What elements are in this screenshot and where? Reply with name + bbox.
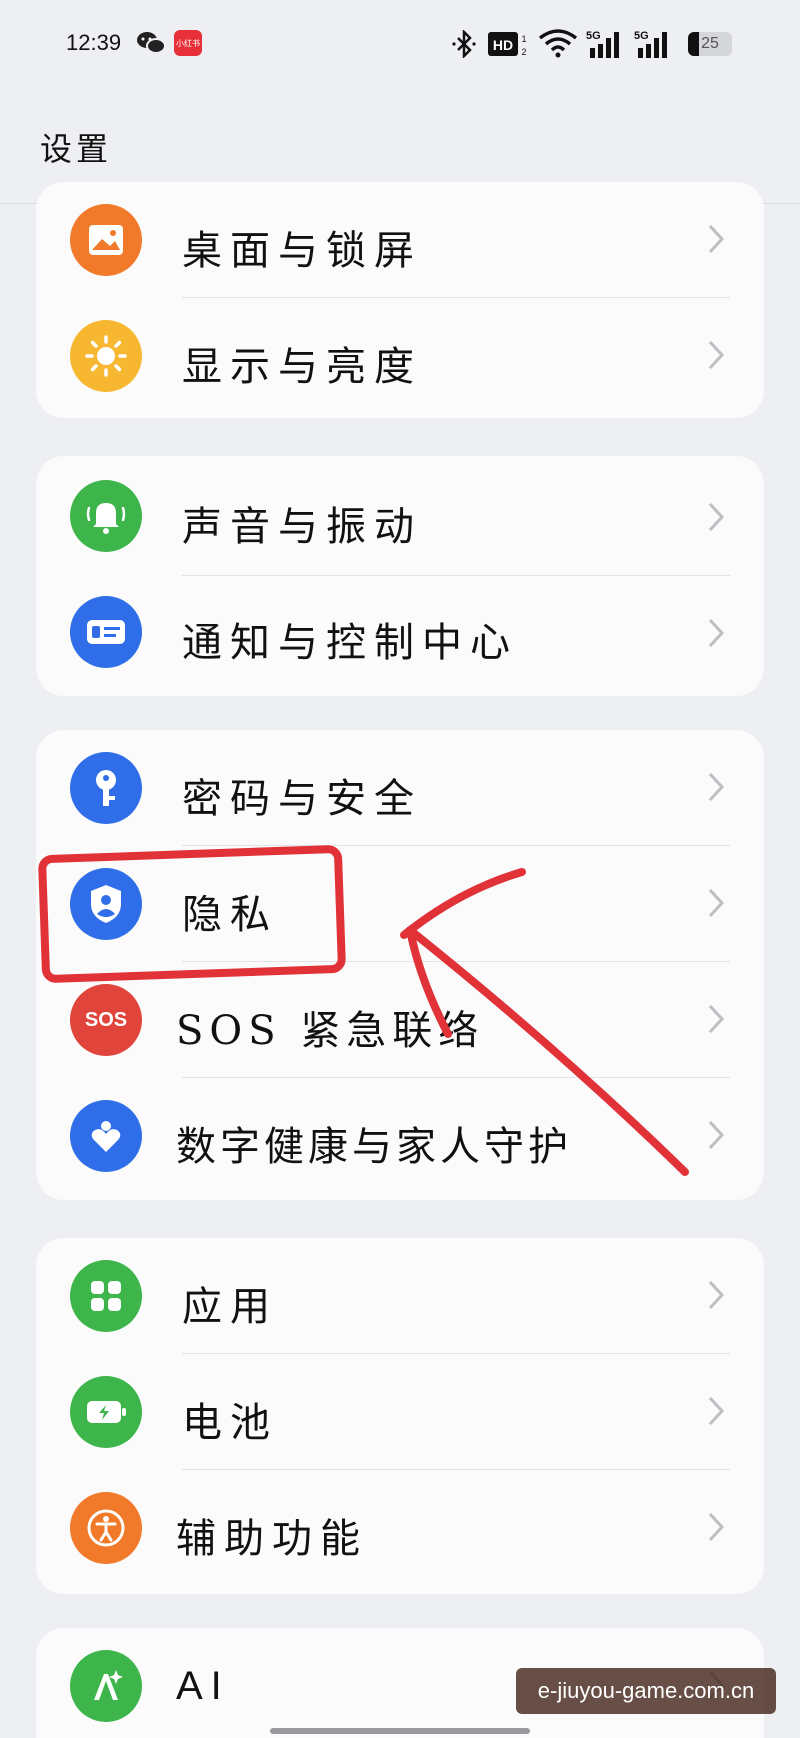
privacy-shield-icon <box>70 868 142 940</box>
settings-item-label: 密码与安全 <box>182 776 422 822</box>
status-bar: 12:39 小红书 HD 1 2 5G 5G 25 <box>0 0 800 90</box>
chevron-right-icon <box>708 1004 725 1034</box>
chevron-right-icon <box>708 1396 725 1426</box>
settings-item-notification-control-center[interactable]: 通知与控制中心 <box>36 576 764 696</box>
chevron-right-icon <box>708 1512 725 1542</box>
wechat-icon <box>137 32 166 54</box>
settings-item-label: AI <box>176 1664 230 1708</box>
settings-item-accessibility[interactable]: 辅助功能 <box>36 1470 764 1586</box>
battery-fill <box>688 32 699 56</box>
settings-item-label: 数字健康与家人守护 <box>176 1124 572 1170</box>
settings-item-label: SOS 紧急联络 <box>176 1008 485 1054</box>
ai-sparkle-icon <box>70 1650 142 1722</box>
chevron-right-icon <box>708 1280 725 1310</box>
settings-item-label: 辅助功能 <box>176 1516 368 1562</box>
settings-item-sos-emergency[interactable]: SOS SOS 紧急联络 <box>36 962 764 1078</box>
settings-item-label: 桌面与锁屏 <box>182 228 422 274</box>
settings-item-label: 应用 <box>182 1284 278 1330</box>
settings-item-sound-vibration[interactable]: 声音与振动 <box>36 456 764 576</box>
page-title: 设置 <box>40 130 113 168</box>
settings-group-sound-notifications: 声音与振动 通知与控制中心 <box>36 456 764 696</box>
chevron-right-icon <box>708 618 725 648</box>
settings-item-label: 电池 <box>182 1400 278 1446</box>
key-icon <box>70 752 142 824</box>
settings-item-apps[interactable]: 应用 <box>36 1238 764 1354</box>
hd-icon: HD 1 2 <box>488 32 527 57</box>
settings-item-label: 通知与控制中心 <box>182 620 518 666</box>
battery-level: 25 <box>701 35 719 52</box>
battery-icon <box>70 1376 142 1448</box>
status-time: 12:39 <box>66 30 122 55</box>
chevron-right-icon <box>708 772 725 802</box>
svg-text:1: 1 <box>521 34 526 44</box>
svg-text:2: 2 <box>521 47 526 57</box>
signal-5g-icon-1: 5G <box>586 30 619 58</box>
settings-item-digital-wellbeing[interactable]: 数字健康与家人守护 <box>36 1078 764 1194</box>
settings-item-desktop-lockscreen[interactable]: 桌面与锁屏 <box>36 182 764 298</box>
settings-item-display-brightness[interactable]: 显示与亮度 <box>36 298 764 414</box>
home-indicator <box>270 1728 530 1734</box>
notification-icon <box>70 596 142 668</box>
settings-item-label: 显示与亮度 <box>182 344 422 390</box>
settings-group-display: 桌面与锁屏 显示与亮度 <box>36 182 764 418</box>
sos-icon-text: SOS <box>84 1008 128 1031</box>
sun-icon <box>70 320 142 392</box>
settings-item-battery[interactable]: 电池 <box>36 1354 764 1470</box>
heart-icon <box>70 1100 142 1172</box>
chevron-right-icon <box>708 1120 725 1150</box>
settings-group-security: 密码与安全 隐私 SOS SOS 紧急联络 数字健康与家人守护 <box>36 730 764 1200</box>
5g-label-2: 5G <box>634 30 649 42</box>
xiaohongshu-icon: 小红书 <box>174 30 202 56</box>
apps-grid-icon <box>70 1260 142 1332</box>
chevron-right-icon <box>708 224 725 254</box>
settings-item-password-security[interactable]: 密码与安全 <box>36 730 764 846</box>
chevron-right-icon <box>708 888 725 918</box>
5g-label-1: 5G <box>586 30 601 42</box>
wifi-icon <box>538 29 578 58</box>
settings-item-label: 隐私 <box>182 892 278 938</box>
settings-item-label: 声音与振动 <box>182 504 422 550</box>
bluetooth-icon <box>452 30 476 58</box>
signal-5g-icon-2: 5G <box>634 30 667 58</box>
accessibility-icon <box>70 1492 142 1564</box>
sos-icon: SOS <box>70 984 142 1056</box>
chevron-right-icon <box>708 340 725 370</box>
settings-group-apps-battery: 应用 电池 辅助功能 <box>36 1238 764 1594</box>
watermark: e-jiuyou-game.com.cn <box>516 1668 776 1714</box>
hd-badge-text: HD <box>493 37 513 53</box>
wallpaper-icon <box>70 204 142 276</box>
chevron-right-icon <box>708 502 725 532</box>
settings-item-privacy[interactable]: 隐私 <box>36 846 764 962</box>
battery-indicator: 25 <box>688 32 732 56</box>
bell-icon <box>70 480 142 552</box>
